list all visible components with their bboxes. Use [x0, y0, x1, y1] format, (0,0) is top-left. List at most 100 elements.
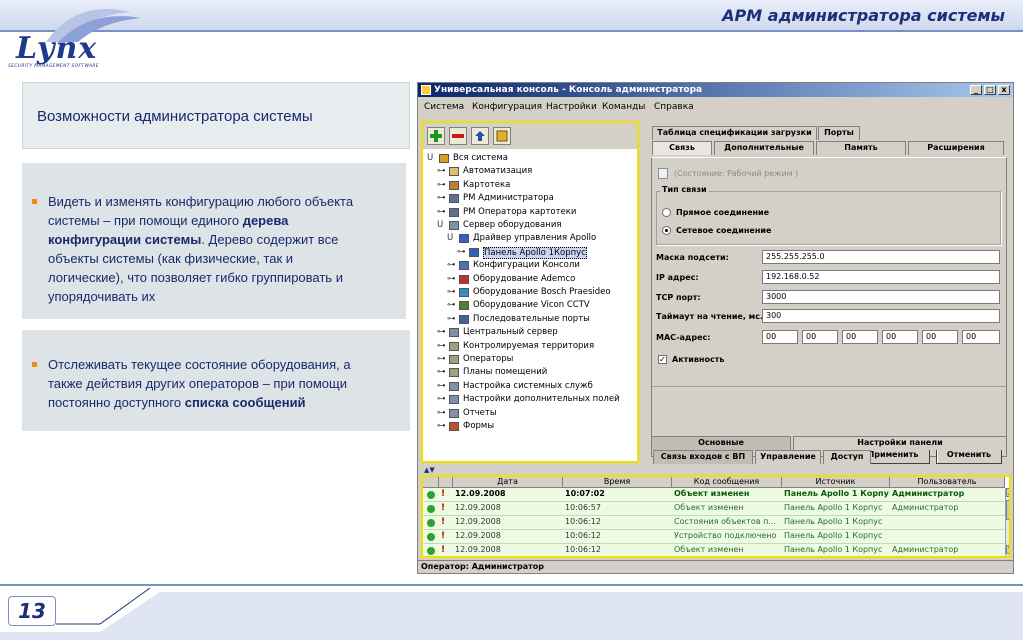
radio-network[interactable] [662, 226, 671, 235]
tree-node-label[interactable]: Формы [463, 421, 494, 431]
tree-expand-handle[interactable]: ⊶ [437, 408, 446, 418]
mac-octet-5[interactable]: 00 [922, 330, 958, 344]
log-row[interactable]: ! 12.09.2008 10:06:12 Состояния объектов п.… [423, 516, 1005, 530]
tree-expand-handle[interactable]: ⊶ [447, 314, 456, 324]
mac-octet-2[interactable]: 00 [802, 330, 838, 344]
scroll-down-icon[interactable]: ▼ [1006, 545, 1009, 554]
mac-octet-1[interactable]: 00 [762, 330, 798, 344]
active-checkbox[interactable]: ✓ [658, 355, 667, 364]
tab-additional[interactable]: Дополнительные [714, 141, 814, 155]
mac-octet-4[interactable]: 00 [882, 330, 918, 344]
connection-tab-body: (Состояние: Рабочий режим ) Тип связи Пр… [651, 157, 1007, 464]
tree-node-label[interactable]: Сервер оборудования [463, 220, 561, 230]
move-object-button[interactable] [471, 127, 489, 145]
tree-expand-handle[interactable]: ⊶ [437, 166, 446, 176]
tree-node-label[interactable]: Панель Apollo 1Корпус [483, 246, 587, 259]
tree-expand-handle[interactable]: ⊶ [437, 207, 446, 217]
tree-expand-handle[interactable]: ⊶ [437, 367, 446, 377]
tree-expand-handle[interactable]: ⊶ [437, 341, 446, 351]
close-button[interactable]: x [998, 85, 1010, 95]
tree-node-label[interactable]: Оборудование Bosch Praesideo [473, 287, 611, 297]
add-object-button[interactable] [427, 127, 445, 145]
tab-connection[interactable]: Связь [652, 141, 712, 155]
log-col-code[interactable]: Код сообщения [672, 477, 782, 488]
tree-expand-handle[interactable]: ⊶ [437, 180, 446, 190]
tree-expand-handle[interactable]: ⊶ [447, 287, 456, 297]
mac-octet-3[interactable]: 00 [842, 330, 878, 344]
minimize-button[interactable]: _ [970, 85, 982, 95]
tree-node-label[interactable]: Последовательные порты [473, 314, 590, 324]
tree-expand-handle[interactable]: ᑌ [437, 220, 443, 230]
tree-node-label[interactable]: Конфигурации Консоли [473, 260, 580, 270]
delete-object-button[interactable] [449, 127, 467, 145]
log-row[interactable]: ! 12.09.2008 10:06:12 Устройство подключено… [423, 530, 1005, 544]
log-scrollbar[interactable]: ▲ ▼ [1005, 488, 1009, 556]
active-checkbox-label: Активность [672, 355, 725, 364]
tab-extensions[interactable]: Расширения [908, 141, 1004, 155]
tab-control[interactable]: Управление [755, 450, 821, 464]
tree-expand-handle[interactable]: ⊶ [437, 193, 446, 203]
log-col-time[interactable]: Время [563, 477, 672, 488]
log-cell: Панель Apollo 1 Корпус [784, 531, 883, 540]
tree-expand-handle[interactable]: ⊶ [437, 421, 446, 431]
tab-ports[interactable]: Порты [818, 126, 860, 140]
tab-memory[interactable]: Память [816, 141, 906, 155]
tab-access[interactable]: Доступ [823, 450, 871, 464]
scroll-up-icon[interactable]: ▲ [1006, 488, 1009, 497]
tree-node-label[interactable]: Оборудование Vicon CCTV [473, 300, 590, 310]
tree-expand-handle[interactable]: ⊶ [457, 247, 466, 257]
tree-node-label[interactable]: Вся система [453, 153, 508, 163]
object-properties-button[interactable] [493, 127, 511, 145]
tab-main[interactable]: Основные [651, 436, 791, 450]
subnet-mask-field[interactable]: 255.255.255.0 [762, 250, 1000, 264]
mac-octet-6[interactable]: 00 [962, 330, 1000, 344]
tree-node-label[interactable]: Центральный сервер [463, 327, 558, 337]
window-titlebar[interactable]: Универсальная консоль - Консоль админист… [418, 83, 1013, 97]
log-col-date[interactable]: Дата [453, 477, 563, 488]
tree-node-label[interactable]: Картотека [463, 180, 510, 190]
tab-load-spec[interactable]: Таблица спецификации загрузки [652, 126, 817, 140]
maximize-button[interactable]: □ [984, 85, 996, 95]
read-timeout-field[interactable]: 300 [762, 309, 1000, 323]
tree-expand-handle[interactable]: ⊶ [447, 300, 456, 310]
tree-node-label[interactable]: Настройка системных служб [463, 381, 593, 391]
tree-node-label[interactable]: Автоматизация [463, 166, 532, 176]
splitter-arrows-icon[interactable]: ▲▼ [424, 466, 435, 474]
tree-node-label[interactable]: Драйвер управления Apollo [473, 233, 596, 243]
radio-direct[interactable] [662, 208, 671, 217]
tree-expand-handle[interactable]: ᑌ [447, 233, 453, 243]
tree-node-label[interactable]: Операторы [463, 354, 513, 364]
log-row[interactable]: ! 12.09.2008 10:06:12 Объект изменен Панель … [423, 544, 1005, 556]
tree-node-label[interactable]: Контролируемая территория [463, 341, 594, 351]
tree-node-label[interactable]: РМ Оператора картотеки [463, 207, 576, 217]
tree-expand-handle[interactable]: ᑌ [427, 153, 433, 163]
tree-expand-handle[interactable]: ⊶ [437, 327, 446, 337]
ip-address-field[interactable]: 192.168.0.52 [762, 270, 1000, 284]
tree-expand-handle[interactable]: ⊶ [447, 260, 456, 270]
forms-icon [449, 422, 459, 431]
menu-help[interactable]: Справка [654, 102, 694, 112]
tree-node-label[interactable]: Настройки дополнительных полей [463, 394, 620, 404]
tab-inputs-link[interactable]: Связь входов с ВП [653, 450, 753, 464]
menu-system[interactable]: Система [424, 102, 464, 112]
tree-node-label[interactable]: Планы помещений [463, 367, 547, 377]
tree-expand-handle[interactable]: ⊶ [437, 354, 446, 364]
log-row[interactable]: ! 12.09.2008 10:07:02 Объект изменен Панель … [423, 488, 1005, 502]
tree-expand-handle[interactable]: ⊶ [447, 274, 456, 284]
subnet-mask-label: Маска подсети: [656, 253, 729, 262]
menu-commands[interactable]: Команды [602, 102, 645, 112]
tree-node-label[interactable]: Отчеты [463, 408, 497, 418]
menu-configuration[interactable]: Конфигурация [472, 102, 542, 112]
tree-node-label[interactable]: РМ Администратора [463, 193, 554, 203]
log-col-source[interactable]: Источник [782, 477, 890, 488]
tree-expand-handle[interactable]: ⊶ [437, 381, 446, 391]
log-col-user[interactable]: Пользователь [890, 477, 1005, 488]
tree-node-label[interactable]: Оборудование Ademco [473, 274, 575, 284]
scroll-thumb[interactable] [1006, 500, 1009, 520]
tree-expand-handle[interactable]: ⊶ [437, 394, 446, 404]
menu-settings[interactable]: Настройки [546, 102, 597, 112]
app-icon [421, 85, 431, 95]
tcp-port-field[interactable]: 3000 [762, 290, 1000, 304]
log-row[interactable]: ! 12.09.2008 10:06:57 Объект изменен Панель … [423, 502, 1005, 516]
tab-panel-settings[interactable]: Настройки панели [793, 436, 1007, 450]
